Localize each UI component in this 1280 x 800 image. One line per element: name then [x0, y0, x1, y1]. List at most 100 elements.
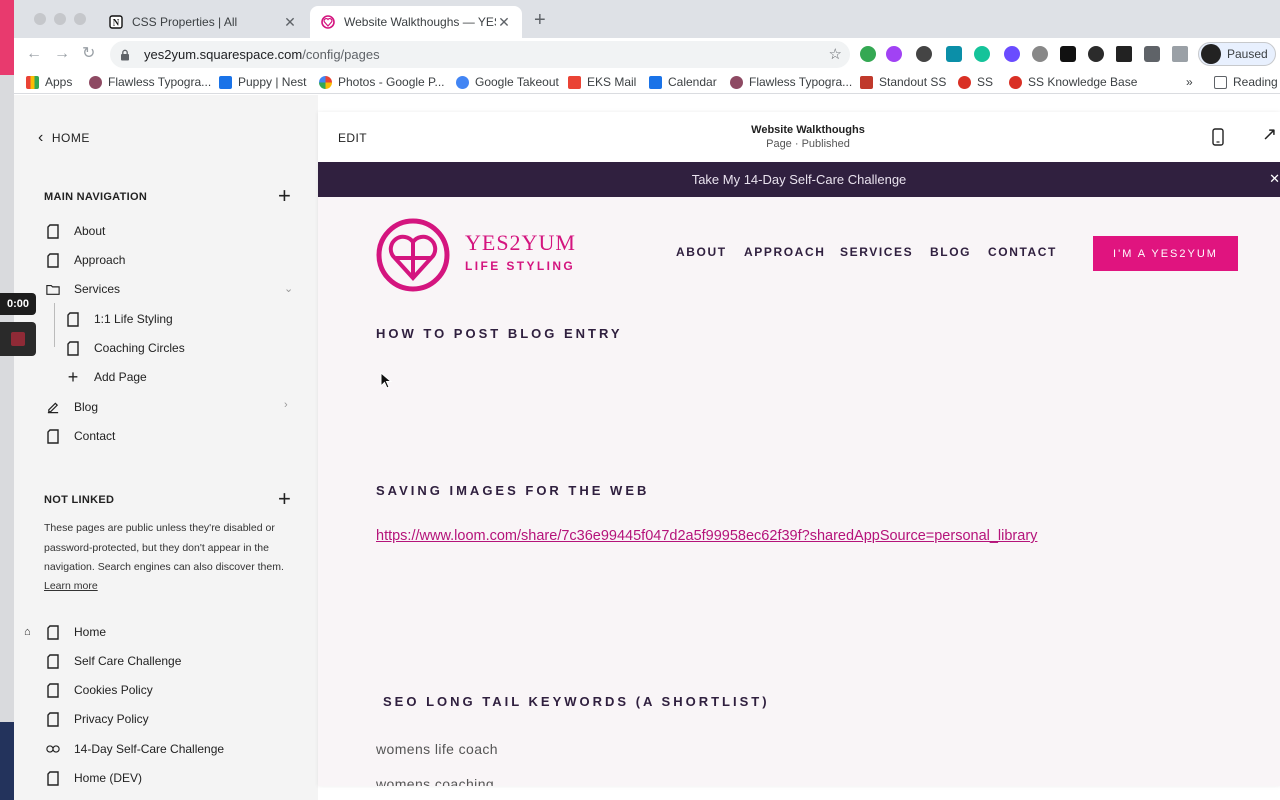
close-announcement-icon[interactable]: ✕ — [1269, 171, 1280, 187]
window-controls[interactable] — [34, 13, 86, 25]
add-page-button[interactable]: + Add Page — [66, 367, 147, 387]
stop-recording-button[interactable] — [0, 322, 36, 356]
sidebar-item-home[interactable]: Home — [46, 623, 106, 641]
pages-sidebar: ‹ HOME MAIN NAVIGATION + About Approach … — [14, 95, 318, 800]
chevron-right-icon[interactable]: › — [284, 399, 288, 411]
sidebar-item-services[interactable]: Services ⌄ — [46, 280, 296, 298]
puzzle-extensions-icon[interactable] — [1144, 46, 1160, 62]
grid-extension-icon[interactable] — [1116, 46, 1132, 62]
page-icon — [66, 310, 80, 328]
back-icon[interactable]: ← — [26, 44, 42, 64]
notion-extension-icon[interactable] — [1060, 46, 1076, 62]
site-favicon-icon — [89, 75, 102, 89]
tab-label: CSS Properties | All — [132, 15, 238, 29]
add-page-plus-icon[interactable]: + — [278, 185, 291, 207]
page-icon — [66, 339, 80, 357]
close-tab-icon[interactable]: ✕ — [496, 14, 512, 31]
sidebar-item-coaching-circles[interactable]: Coaching Circles — [66, 339, 185, 357]
page-status: Page · Published — [766, 138, 850, 150]
bookmark-item[interactable]: Standout SS — [860, 75, 946, 89]
tab-css-properties[interactable]: N CSS Properties | All ✕ — [98, 6, 308, 38]
mobile-preview-icon[interactable] — [1212, 128, 1224, 151]
forward-icon[interactable]: → — [54, 44, 70, 64]
extension-icon[interactable] — [1032, 46, 1048, 62]
maximize-window-button[interactable] — [74, 13, 86, 25]
address-bar[interactable]: yes2yum.squarespace.com/config/pages ☆ — [110, 41, 850, 68]
apps-grid-icon — [26, 75, 39, 89]
bookmark-apps[interactable]: Apps — [26, 75, 72, 89]
more-bookmarks-icon[interactable]: » — [1186, 75, 1193, 89]
bookmark-item[interactable]: SS Knowledge Base — [1009, 75, 1137, 89]
pinterest-extension-icon[interactable] — [916, 46, 932, 62]
site-nav-blog[interactable]: BLOG — [930, 245, 971, 259]
site-nav-contact[interactable]: CONTACT — [988, 245, 1057, 259]
expand-icon[interactable]: ↗ — [1262, 124, 1277, 145]
loom-link[interactable]: https://www.loom.com/share/7c36e99445f04… — [376, 528, 1037, 544]
site-canvas: Take My 14-Day Self-Care Challenge ✕ YES… — [318, 162, 1280, 786]
page-icon — [46, 652, 60, 670]
reload-icon[interactable]: ↻ — [82, 44, 95, 64]
page-icon — [46, 623, 60, 641]
site-favicon-icon — [730, 75, 743, 89]
extension-icon[interactable] — [946, 46, 962, 62]
keyword-item: womens coaching — [376, 776, 495, 786]
sidebar-item-cookies-policy[interactable]: Cookies Policy — [46, 681, 153, 699]
sidebar-item-about[interactable]: About — [46, 222, 105, 240]
sidebar-item-home-dev[interactable]: Home (DEV) — [46, 769, 142, 787]
profile-button[interactable]: Paused — [1198, 42, 1276, 66]
sidebar-item-contact[interactable]: Contact — [46, 427, 115, 445]
sidebar-item-privacy-policy[interactable]: Privacy Policy — [46, 710, 149, 728]
cta-button[interactable]: I'M A YES2YUM — [1093, 236, 1238, 271]
desktop-background — [0, 0, 14, 800]
learn-more-link[interactable]: Learn more — [44, 580, 98, 592]
keyword-item: womens life coach — [376, 741, 498, 757]
sidebar-item-14-day-challenge[interactable]: 14-Day Self-Care Challenge — [46, 740, 224, 758]
bookmark-item[interactable]: SS — [958, 75, 993, 89]
site-nav-approach[interactable]: APPROACH — [744, 245, 825, 259]
bookmark-item[interactable]: Google Takeout — [456, 75, 559, 89]
minimize-window-button[interactable] — [54, 13, 66, 25]
reading-list[interactable]: Reading — [1214, 75, 1278, 89]
add-unlinked-page-plus-icon[interactable]: + — [278, 488, 291, 510]
bookmarks-bar: Apps Flawless Typogra... Puppy | Nest Ph… — [14, 70, 1280, 94]
sparkle-icon — [958, 75, 971, 89]
svg-text:N: N — [113, 18, 120, 28]
new-tab-icon[interactable]: + — [534, 10, 546, 30]
brand-tagline: LIFE STYLING — [465, 259, 576, 273]
section-heading: SEO LONG TAIL KEYWORDS (A SHORTLIST) — [383, 694, 770, 709]
sidebar-item-blog[interactable]: Blog › — [46, 398, 296, 416]
sidebar-item-life-styling[interactable]: 1:1 Life Styling — [66, 310, 173, 328]
bookmark-item[interactable]: EKS Mail — [568, 75, 636, 89]
bookmark-item[interactable]: Flawless Typogra... — [89, 75, 211, 89]
tab-website-walkthroughs[interactable]: Website Walkthoughs — YES2YUM ✕ — [310, 6, 522, 38]
media-control-icon[interactable] — [1172, 46, 1188, 62]
site-nav-about[interactable]: ABOUT — [676, 245, 727, 259]
extension-icon[interactable] — [1004, 46, 1020, 62]
extension-icon[interactable] — [886, 46, 902, 62]
grammarly-extension-icon[interactable] — [974, 46, 990, 62]
recording-timer: 0:00 — [0, 293, 36, 315]
bookmark-item[interactable]: Puppy | Nest — [219, 75, 306, 89]
chevron-down-icon[interactable]: ⌄ — [284, 282, 293, 295]
reading-list-icon — [1214, 75, 1227, 89]
sidebar-item-approach[interactable]: Approach — [46, 251, 125, 269]
page-icon — [46, 251, 60, 269]
bookmark-item[interactable]: Calendar — [649, 75, 717, 89]
bookmark-star-icon[interactable]: ☆ — [829, 45, 842, 63]
page-icon — [46, 427, 60, 445]
drive-extension-icon[interactable] — [860, 46, 876, 62]
bookmark-item[interactable]: Flawless Typogra... — [730, 75, 852, 89]
close-tab-icon[interactable]: ✕ — [282, 14, 298, 31]
calendar-icon — [649, 75, 662, 89]
close-window-button[interactable] — [34, 13, 46, 25]
page-icon — [46, 681, 60, 699]
desktop-window-edge — [0, 0, 14, 75]
gmail-icon — [568, 75, 581, 89]
extension-icon[interactable] — [1088, 46, 1104, 62]
site-nav-services[interactable]: SERVICES — [840, 245, 913, 259]
back-home-link[interactable]: ‹ HOME — [38, 130, 90, 146]
bookmark-item[interactable]: Photos - Google P... — [319, 75, 445, 89]
sidebar-item-self-care-challenge[interactable]: Self Care Challenge — [46, 652, 181, 670]
url-path: /config/pages — [302, 47, 380, 62]
announcement-bar[interactable]: Take My 14-Day Self-Care Challenge ✕ — [318, 162, 1280, 197]
